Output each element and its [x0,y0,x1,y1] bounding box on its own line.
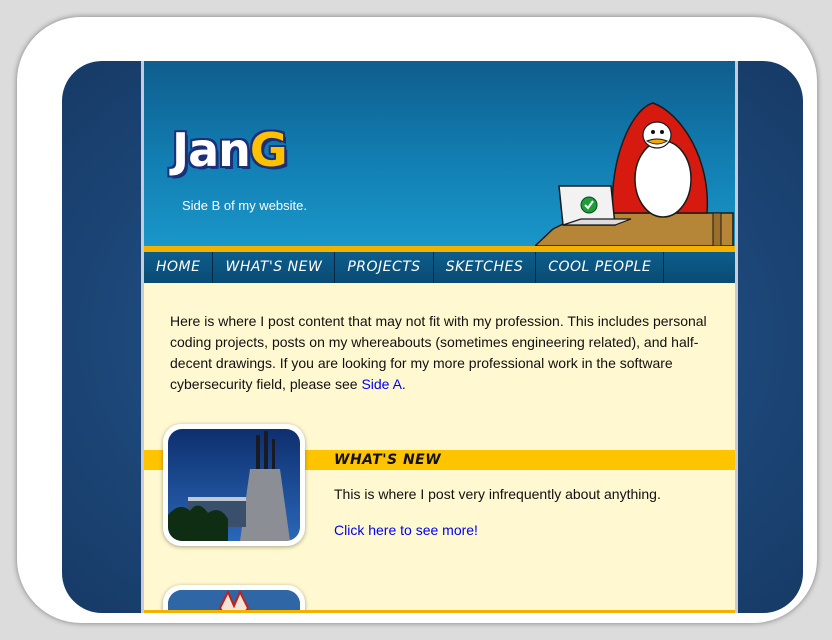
penguin-laptop-illustration [535,102,734,246]
bottom-divider [144,610,735,613]
site-logo[interactable]: JanG [172,127,288,173]
site-header: JanG Side B of my website. [144,61,735,246]
window-frame: JanG Side B of my website. HOME WHAT'S N… [17,17,817,623]
nav-item-whats-new[interactable]: What's New [213,252,336,283]
see-more-link[interactable]: Click here to see more! [334,522,478,538]
side-a-link[interactable]: Side A [361,376,401,392]
main-nav: Home What's New Projects Sketches Cool P… [144,252,735,283]
nav-item-projects[interactable]: Projects [335,252,434,283]
logo-first: Jan [172,123,251,177]
site-container: JanG Side B of my website. HOME WHAT'S N… [141,61,738,613]
next-section-thumbnail[interactable] [163,585,305,613]
nav-item-sketches[interactable]: Sketches [434,252,537,283]
logo-last: G [249,123,288,177]
nav-item-home[interactable]: Home [144,252,214,283]
section-title: What's New [334,452,442,468]
section-description: This is where I post very infrequently a… [334,486,661,502]
browser-viewport: JanG Side B of my website. HOME WHAT'S N… [62,61,803,613]
intro-text: Here is where I post content that may no… [170,313,707,392]
site-tagline: Side B of my website. [182,198,307,213]
nav-item-cool-people[interactable]: Cool People [536,252,665,283]
building-photo-icon [168,429,300,541]
whats-new-thumbnail[interactable] [163,424,305,546]
intro-end: . [401,376,406,392]
intro-paragraph: Here is where I post content that may no… [170,311,715,395]
thumbnail-image [168,429,300,541]
